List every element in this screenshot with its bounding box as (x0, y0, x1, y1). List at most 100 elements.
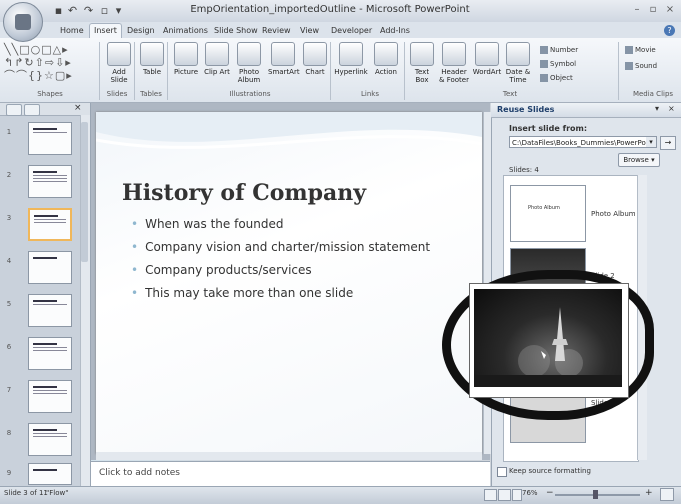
outline-tab[interactable] (24, 104, 40, 116)
smartart-button[interactable]: SmartArt (268, 42, 300, 76)
reuse-slides-title: Reuse Slides (497, 105, 555, 114)
tab-slide-show[interactable]: Slide Show (210, 24, 262, 38)
number-button[interactable]: Number (540, 44, 578, 56)
bullet-text: Company products/services (145, 263, 312, 277)
zoom-out-icon[interactable]: − (546, 488, 554, 498)
tab-developer[interactable]: Developer (327, 24, 376, 38)
picture-button[interactable]: Picture (171, 42, 201, 76)
text-box-button[interactable]: Text Box (408, 42, 436, 84)
insert-from-label: Insert slide from: (509, 124, 588, 133)
smartart-label: SmartArt (268, 68, 300, 76)
slides-panel-close-icon[interactable]: × (74, 103, 82, 113)
group-separator (330, 42, 331, 100)
minimize-icon[interactable]: – (630, 3, 644, 17)
movie-button[interactable]: Movie (625, 44, 656, 56)
symbol-icon (540, 60, 548, 68)
path-dropdown-icon[interactable]: ▾ (646, 137, 656, 147)
thumb-number: 5 (6, 300, 12, 308)
group-label-media-clips: Media Clips (632, 90, 674, 98)
thumb-number: 3 (6, 214, 12, 222)
thumb-number: 9 (6, 469, 12, 477)
reuse-slide-thumbnail[interactable] (510, 185, 586, 242)
slides-tab[interactable] (6, 104, 22, 116)
group-label-shapes: Shapes (37, 90, 63, 98)
chart-icon (303, 42, 327, 66)
slide-thumbnail[interactable] (28, 337, 72, 370)
hyperlink-button[interactable]: Hyperlink (333, 42, 369, 76)
sound-button[interactable]: Sound (625, 60, 657, 72)
add-slide-label: Add Slide (110, 68, 128, 84)
slide-thumbnail[interactable] (28, 423, 72, 456)
slide-thumbnail[interactable] (28, 165, 72, 198)
group-separator (618, 42, 619, 100)
slide-show-icon[interactable] (512, 489, 522, 501)
canvas-horizontal-scrollbar[interactable] (96, 452, 482, 460)
tab-review[interactable]: Review (258, 24, 295, 38)
header-footer-button[interactable]: Header & Footer (438, 42, 470, 84)
object-button[interactable]: Object (540, 72, 573, 84)
redo-icon[interactable]: ↷ (82, 4, 95, 17)
slide-sorter-icon[interactable] (498, 489, 511, 501)
slide[interactable] (96, 112, 482, 454)
tab-home[interactable]: Home (56, 24, 88, 38)
action-label: Action (375, 68, 397, 76)
add-slide-icon (107, 42, 131, 66)
movie-label: Movie (635, 46, 656, 54)
slide-thumbnail-selected[interactable] (28, 208, 72, 241)
header-footer-icon (442, 42, 466, 66)
pane-close-icon[interactable]: × (668, 104, 675, 113)
slide-thumbnail[interactable] (28, 380, 72, 413)
slide-thumbnail[interactable] (28, 463, 72, 485)
symbol-button[interactable]: Symbol (540, 58, 576, 70)
notes-placeholder[interactable]: Click to add notes (99, 468, 180, 478)
bullet-icon: • (131, 286, 139, 300)
slide-thumbnail[interactable] (28, 251, 72, 284)
tab-add-ins[interactable]: Add-Ins (376, 24, 414, 38)
clip-art-button[interactable]: Clip Art (204, 42, 230, 76)
slide-title[interactable]: History of Company (122, 180, 366, 206)
tab-animations[interactable]: Animations (159, 24, 212, 38)
go-arrow-icon[interactable]: → (660, 136, 676, 150)
zoom-slider-thumb[interactable] (593, 490, 598, 499)
slide-bullet[interactable]: • Company products/services (131, 263, 312, 277)
thumb-number: 7 (6, 386, 12, 394)
wordart-button[interactable]: WordArt (472, 42, 502, 76)
action-icon (374, 42, 398, 66)
quick-access-icon[interactable]: ▫ (98, 4, 111, 17)
save-icon[interactable]: ▪ (52, 4, 65, 17)
add-slide-button[interactable]: Add Slide (104, 42, 134, 84)
group-label-illustrations: Illustrations (229, 90, 271, 98)
action-button[interactable]: Action (372, 42, 400, 76)
tab-view[interactable]: View (296, 24, 323, 38)
zoom-level[interactable]: 76% (522, 489, 538, 497)
normal-view-icon[interactable] (484, 489, 497, 501)
keep-formatting-checkbox[interactable] (497, 467, 507, 477)
browse-button[interactable]: Browse ▾ (618, 153, 660, 167)
slide-bullet[interactable]: • Company vision and charter/mission stat… (131, 240, 430, 254)
photo-album-label: Photo Album (237, 68, 261, 84)
wordart-label: WordArt (472, 68, 502, 76)
close-icon[interactable]: × (663, 3, 677, 17)
slide-bullet[interactable]: • When was the founded (131, 217, 284, 231)
chart-button[interactable]: Chart (302, 42, 328, 76)
slides-count: Slides: 4 (509, 166, 539, 174)
slide-thumbnail[interactable] (28, 294, 72, 327)
fit-to-window-icon[interactable] (660, 488, 674, 501)
customize-dropdown-icon[interactable]: ▾ (112, 4, 125, 17)
slide-bullet[interactable]: • This may take more than one slide (131, 286, 353, 300)
slides-panel-scroll-thumb[interactable] (81, 122, 88, 262)
undo-icon[interactable]: ↶ (66, 4, 79, 17)
photo-album-button[interactable]: Photo Album (233, 42, 265, 84)
tab-design[interactable]: Design (123, 24, 159, 38)
maximize-icon[interactable]: ▫ (646, 3, 660, 17)
date-time-button[interactable]: Date & Time (503, 42, 533, 84)
shapes-gallery[interactable]: ╲╲□○□△▸ ↰↱↻⇧⇨⇩▸ ⌒⌒{}☆▢▸ (4, 43, 96, 83)
zoom-in-icon[interactable]: + (645, 488, 653, 498)
help-icon[interactable]: ? (664, 25, 675, 36)
office-button[interactable] (3, 2, 43, 42)
group-label-tables: Tables (140, 90, 162, 98)
table-button[interactable]: Table (138, 42, 166, 76)
file-path-input[interactable]: C:\DataFiles\Books_Dummies\PowerPoint (509, 136, 657, 148)
slide-thumbnail[interactable] (28, 122, 72, 155)
pane-menu-icon[interactable]: ▾ (655, 104, 659, 113)
